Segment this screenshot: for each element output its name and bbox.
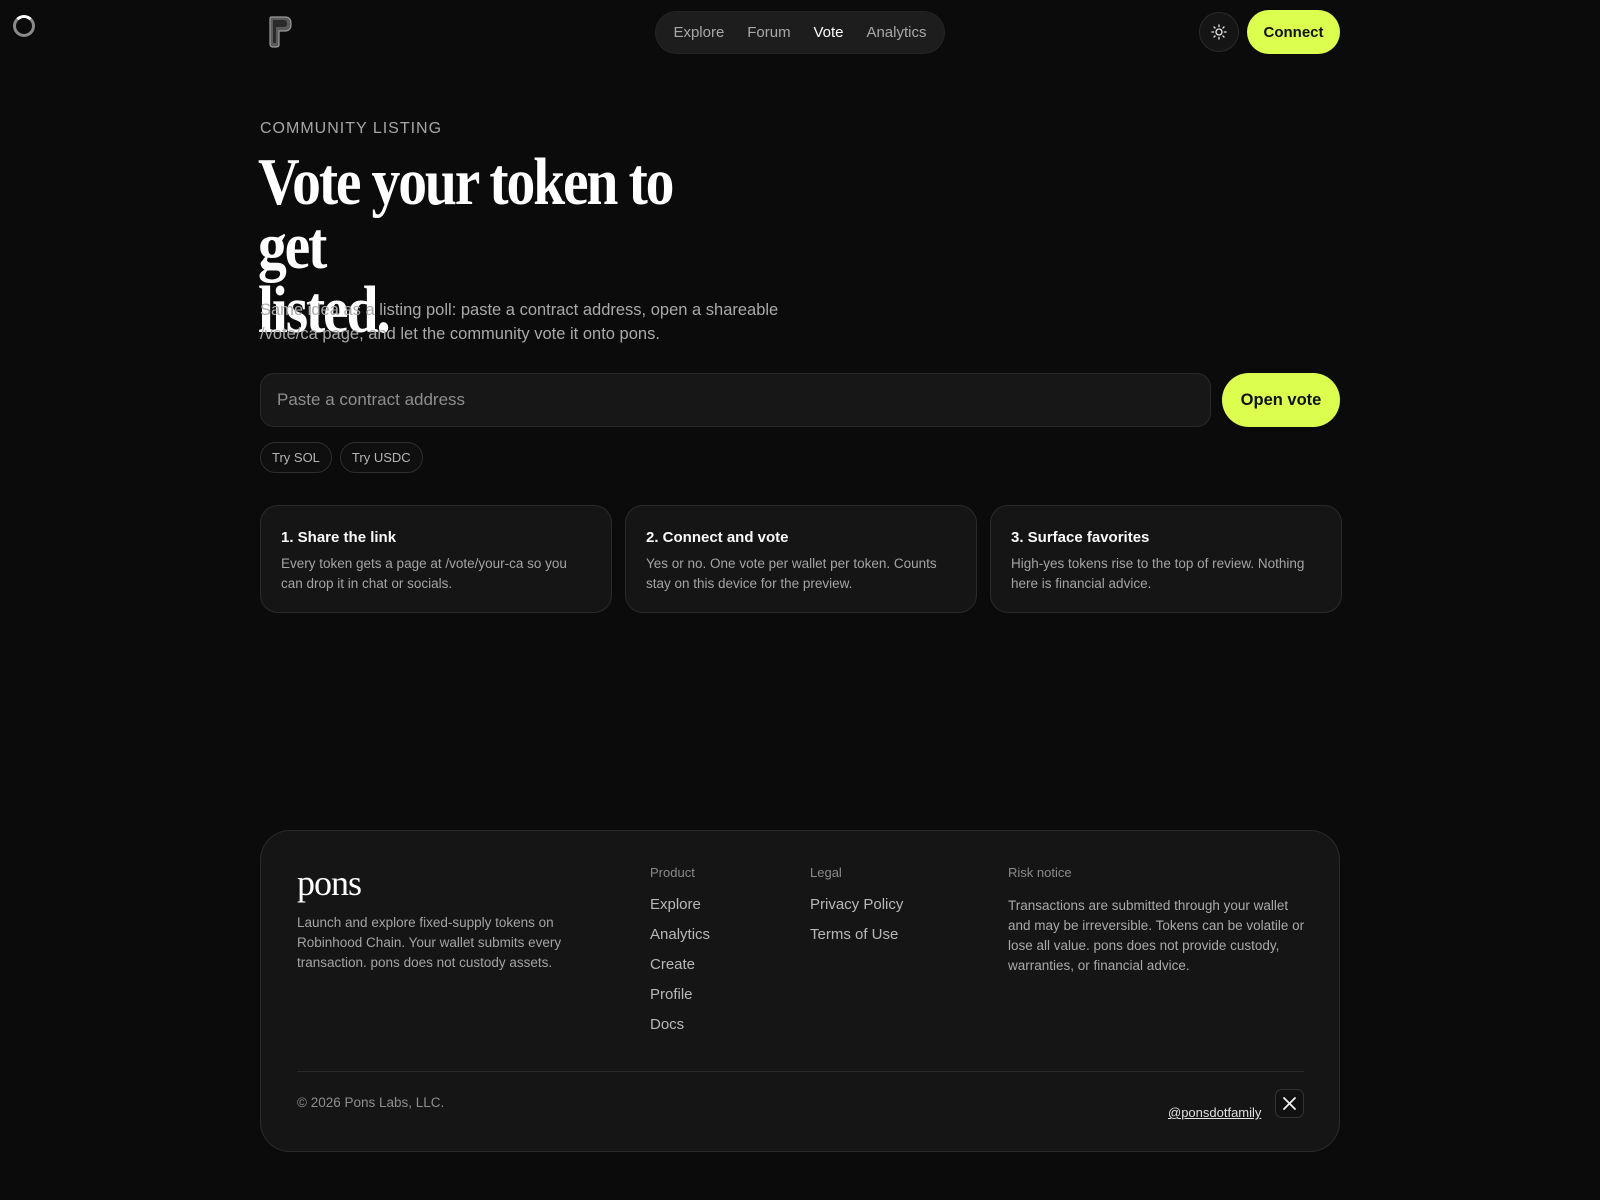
- x-social-button[interactable]: [1275, 1089, 1304, 1118]
- step-body: Yes or no. One vote per wallet per token…: [646, 556, 937, 591]
- nav-item-explore[interactable]: Explore: [667, 24, 730, 41]
- footer-link-docs[interactable]: Docs: [650, 1016, 710, 1033]
- footer-link-analytics[interactable]: Analytics: [650, 926, 710, 943]
- how-it-works: 1. Share the link Every token gets a pag…: [260, 505, 1342, 613]
- x-logo-icon: [1283, 1097, 1296, 1110]
- try-usdc-chip[interactable]: Try USDC: [339, 442, 423, 473]
- step-card: 1. Share the link Every token gets a pag…: [260, 505, 612, 613]
- suggestion-chips: Try SOL Try USDC: [260, 442, 423, 473]
- footer-product-column: Product Explore Analytics Create Profile…: [650, 865, 710, 1046]
- social-handle-link[interactable]: @ponsdotfamily: [1168, 1105, 1261, 1120]
- risk-notice-text: Transactions are submitted through your …: [1008, 898, 1305, 973]
- theme-toggle-button[interactable]: [1199, 12, 1239, 52]
- nav-item-analytics[interactable]: Analytics: [860, 24, 932, 41]
- nav-item-forum[interactable]: Forum: [741, 24, 796, 41]
- footer-brand: pons: [297, 863, 362, 903]
- sun-icon: [1211, 24, 1227, 40]
- step-body: High-yes tokens rise to the top of revie…: [1011, 556, 1305, 591]
- footer-risk-column: Risk notice Transactions are submitted t…: [1008, 865, 1306, 976]
- step-card: 3. Surface favorites High-yes tokens ris…: [990, 505, 1342, 613]
- site-footer: pons Launch and explore fixed-supply tok…: [260, 830, 1340, 1152]
- site-header: Explore Forum Vote Analytics Connect: [0, 0, 1600, 64]
- connect-button[interactable]: Connect: [1247, 10, 1340, 54]
- step-body: Every token gets a page at /vote/your-ca…: [281, 556, 567, 591]
- section-eyebrow: COMMUNITY LISTING: [260, 120, 443, 137]
- copyright: © 2026 Pons Labs, LLC.: [297, 1095, 445, 1110]
- step-title: 3. Surface favorites: [1011, 529, 1150, 546]
- contract-address-input[interactable]: [260, 373, 1211, 427]
- footer-column-heading: Legal: [810, 865, 842, 880]
- open-vote-button[interactable]: Open vote: [1222, 373, 1340, 427]
- footer-legal-column: Legal Privacy Policy Terms of Use: [810, 865, 903, 956]
- footer-column-heading: Risk notice: [1008, 865, 1072, 880]
- footer-divider: [297, 1071, 1304, 1072]
- try-sol-chip[interactable]: Try SOL: [260, 442, 332, 473]
- footer-link-privacy-policy[interactable]: Privacy Policy: [810, 896, 903, 913]
- footer-link-terms-of-use[interactable]: Terms of Use: [810, 926, 903, 943]
- nav-item-vote[interactable]: Vote: [808, 24, 850, 41]
- pons-logo-icon[interactable]: [268, 15, 292, 48]
- footer-column-heading: Product: [650, 865, 695, 880]
- footer-link-explore[interactable]: Explore: [650, 896, 710, 913]
- page-title-line-1: Vote your token to get: [258, 145, 674, 283]
- footer-link-create[interactable]: Create: [650, 956, 710, 973]
- page-description: Same idea as a listing poll: paste a con…: [260, 301, 779, 343]
- step-title: 2. Connect and vote: [646, 529, 789, 546]
- main-nav: Explore Forum Vote Analytics: [655, 11, 945, 54]
- step-card: 2. Connect and vote Yes or no. One vote …: [625, 505, 977, 613]
- step-title: 1. Share the link: [281, 529, 397, 546]
- footer-link-profile[interactable]: Profile: [650, 986, 710, 1003]
- footer-about: Launch and explore fixed-supply tokens o…: [297, 915, 562, 970]
